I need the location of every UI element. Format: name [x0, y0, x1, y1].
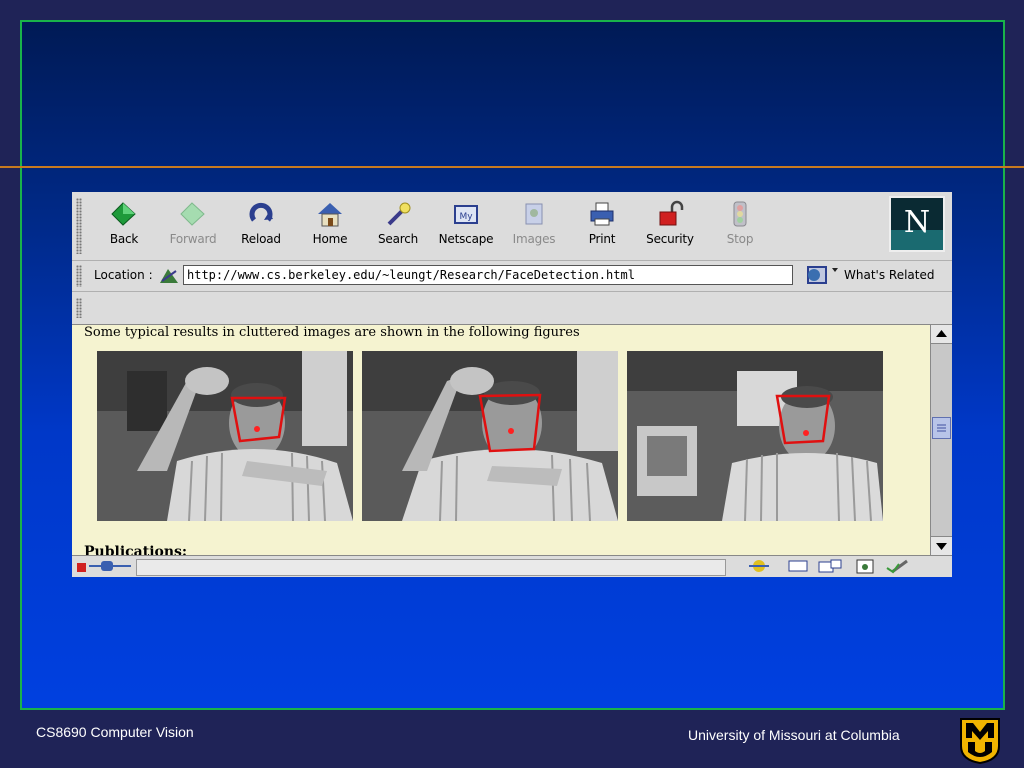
personal-toolbar-grip[interactable] [76, 298, 82, 318]
print-button[interactable]: Print [572, 200, 632, 252]
search-icon [387, 202, 411, 226]
toolbar-grip[interactable] [76, 198, 82, 254]
scroll-down-arrow[interactable] [931, 536, 952, 555]
location-grip[interactable] [76, 265, 82, 287]
face-detection-photo-3 [627, 351, 883, 521]
face-detection-photo-1 [97, 351, 353, 521]
netscape-n-icon: N [891, 198, 943, 250]
print-label: Print [588, 232, 616, 246]
netscape-logo[interactable]: N [889, 196, 945, 252]
mail-icon [788, 560, 808, 572]
svg-text:My: My [459, 212, 473, 222]
grip-lines-icon [937, 424, 946, 432]
location-bar: Location : http://www.cs.berkeley.edu/~l… [72, 261, 952, 292]
scroll-thumb[interactable] [932, 417, 951, 439]
status-text-field [136, 559, 726, 576]
whats-related-icon[interactable] [802, 264, 840, 286]
navigator-icon [749, 560, 769, 572]
stop-icon [733, 201, 747, 227]
vertical-scrollbar[interactable] [930, 325, 952, 555]
title-divider [0, 166, 1024, 168]
navigation-toolbar: Back Forward Reload Home Search My Netsc… [72, 192, 952, 261]
component-bar[interactable] [727, 558, 927, 575]
search-label: Search [377, 232, 419, 246]
discussions-icon [818, 559, 842, 573]
security-button[interactable]: Security [640, 200, 700, 252]
svg-text:N: N [904, 205, 930, 240]
university-name: University of Missouri at Columbia [688, 727, 900, 743]
print-icon [590, 202, 614, 226]
forward-arrow-icon [180, 202, 205, 226]
netscape-label: Netscape [438, 232, 494, 246]
page-content: Some typical results in cluttered images… [72, 325, 930, 555]
editor-pen-icon [886, 559, 908, 574]
mizzou-logo-icon [960, 718, 1000, 764]
connection-status-icon[interactable] [75, 558, 133, 574]
face-detection-photo-2 [362, 351, 618, 521]
forward-label: Forward [169, 232, 217, 246]
images-button[interactable]: Images [504, 200, 564, 252]
status-bar [72, 555, 952, 577]
back-button[interactable]: Back [94, 200, 154, 252]
netscape-icon: My [454, 205, 478, 224]
reload-button[interactable]: Reload [231, 200, 291, 252]
course-title: CS8690 Computer Vision [36, 724, 194, 740]
images-icon [525, 203, 543, 225]
back-arrow-icon [111, 202, 136, 226]
composer-icon [856, 559, 874, 574]
stop-button[interactable]: Stop [710, 200, 770, 252]
browser-screenshot: Back Forward Reload Home Search My Netsc… [72, 192, 952, 577]
forward-button[interactable]: Forward [163, 200, 223, 252]
arrow-up-icon [936, 330, 947, 337]
reload-label: Reload [241, 232, 281, 246]
netscape-button[interactable]: My Netscape [436, 200, 496, 252]
home-button[interactable]: Home [300, 200, 360, 252]
security-lock-icon [659, 200, 684, 226]
scroll-up-arrow[interactable] [931, 325, 952, 344]
search-button[interactable]: Search [368, 200, 428, 252]
images-label: Images [512, 232, 556, 246]
home-label: Home [312, 232, 348, 246]
page-proxy-icon[interactable] [158, 265, 180, 285]
personal-toolbar [72, 292, 952, 325]
location-label: Location : [94, 268, 153, 282]
security-label: Security [646, 232, 694, 246]
url-input[interactable]: http://www.cs.berkeley.edu/~leungt/Resea… [183, 265, 793, 285]
publications-heading: Publications: [84, 544, 188, 555]
intro-text: Some typical results in cluttered images… [84, 325, 580, 340]
stop-label: Stop [726, 232, 754, 246]
home-icon [318, 203, 342, 227]
whats-related-label[interactable]: What's Related [844, 268, 934, 282]
arrow-down-icon [936, 543, 947, 550]
back-label: Back [109, 232, 139, 246]
reload-icon [249, 202, 273, 222]
